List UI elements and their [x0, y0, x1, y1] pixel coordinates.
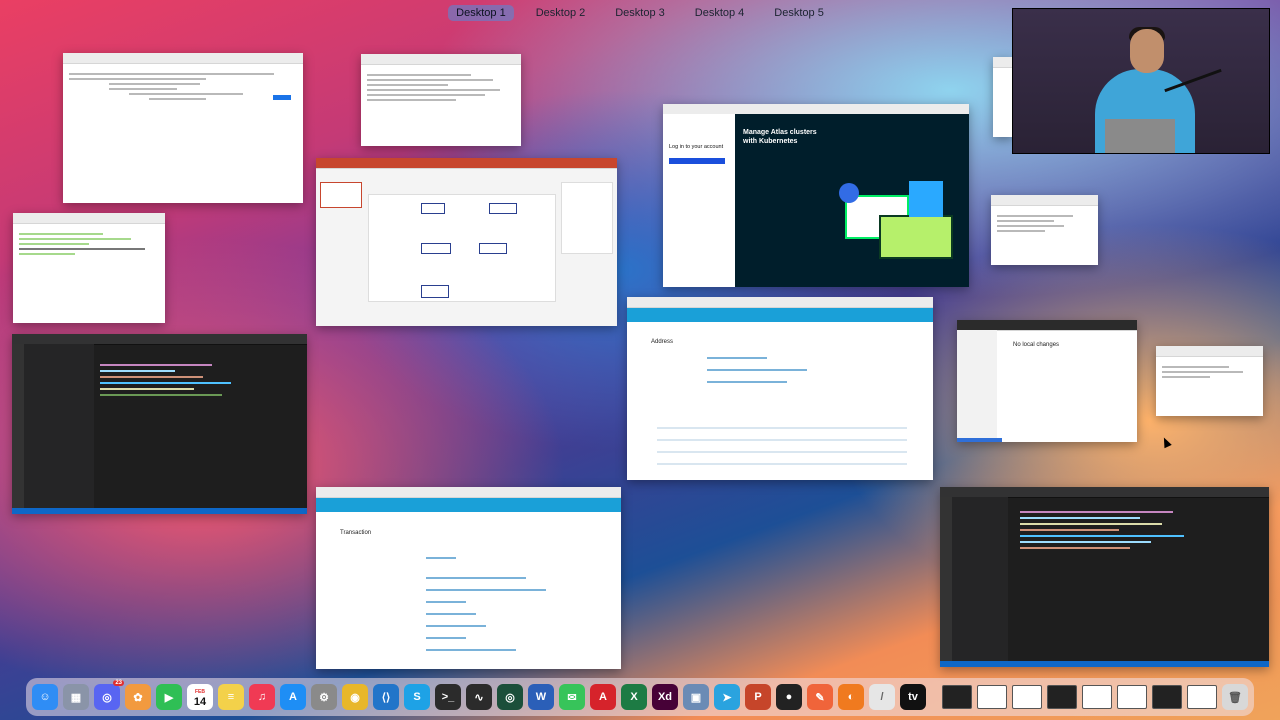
minimized-window-thumb[interactable] — [942, 685, 972, 709]
atlas-heading: Manage Atlas clusters with Kubernetes — [743, 129, 817, 145]
notes-icon[interactable]: ≡ — [218, 684, 244, 710]
window-browser-editor[interactable] — [63, 53, 303, 203]
discord-badge: 23 — [113, 680, 124, 686]
diagram-node — [421, 243, 451, 254]
chrome-icon[interactable]: ◉ — [342, 684, 368, 710]
window-vscode-left[interactable] — [12, 334, 307, 514]
address-title: Address — [651, 339, 674, 345]
window-text-document[interactable] — [361, 54, 521, 146]
settings-icon[interactable]: ⚙ — [311, 684, 337, 710]
kubernetes-illustration — [839, 175, 959, 275]
window-code-snippet[interactable] — [13, 213, 165, 323]
facetime-icon[interactable]: ▶ — [156, 684, 182, 710]
xd-icon[interactable]: Xd — [652, 684, 678, 710]
acrobat-icon[interactable]: A — [590, 684, 616, 710]
appletv-icon[interactable]: tv — [900, 684, 926, 710]
github-icon[interactable]: ● — [776, 684, 802, 710]
preview-icon[interactable]: ▣ — [683, 684, 709, 710]
window-transaction[interactable]: Transaction — [316, 487, 621, 669]
login-button[interactable] — [669, 158, 725, 164]
mouse-cursor-icon — [1160, 435, 1172, 449]
trash-icon[interactable]: 🗑 — [1222, 684, 1248, 710]
firefox-icon[interactable]: ◐ — [838, 684, 864, 710]
space-desktop-1[interactable]: Desktop 1 — [448, 5, 514, 21]
word-icon[interactable]: W — [528, 684, 554, 710]
transaction-title: Transaction — [340, 530, 372, 536]
compass-icon[interactable]: ◎ — [497, 684, 523, 710]
diagram-node — [421, 203, 445, 214]
dock: ☺ ▦ ◎ 23 ✿ ▶ FEB 14 ≡ ♫ A ⚙ ◉ ⟨⟩ S >_ ∿ ◎ W ✉ A X Xd ▣ ➤ P ● ✎ ◐ / tv 🗑 — [26, 678, 1254, 716]
window-address[interactable]: Address — [627, 297, 933, 480]
window-atlas-login[interactable]: Log in to your account Manage Atlas clus… — [663, 104, 969, 287]
diagram-node — [421, 285, 449, 298]
diagram-node — [489, 203, 517, 214]
photos-icon[interactable]: ✿ — [125, 684, 151, 710]
minimized-window-thumb[interactable] — [1187, 685, 1217, 709]
minimized-window-thumb[interactable] — [1082, 685, 1112, 709]
finder-icon[interactable]: ☺ — [32, 684, 58, 710]
login-heading: Log in to your account — [669, 144, 724, 150]
window-partial[interactable] — [993, 57, 1013, 137]
launchpad-icon[interactable]: ▦ — [63, 684, 89, 710]
vscode-icon[interactable]: ⟨⟩ — [373, 684, 399, 710]
telegram-icon[interactable]: ➤ — [714, 684, 740, 710]
window-vcs[interactable]: No local changes — [957, 320, 1137, 442]
space-desktop-5[interactable]: Desktop 5 — [766, 5, 832, 21]
window-diagram[interactable] — [316, 158, 617, 326]
terminal-icon[interactable]: >_ — [435, 684, 461, 710]
window-vscode-right[interactable] — [940, 487, 1269, 667]
activity-monitor-icon[interactable]: ∿ — [466, 684, 492, 710]
messages-icon[interactable]: ✉ — [559, 684, 585, 710]
music-icon[interactable]: ♫ — [249, 684, 275, 710]
minimized-window-thumb[interactable] — [977, 685, 1007, 709]
powerpoint-icon[interactable]: P — [745, 684, 771, 710]
window-notes[interactable] — [1156, 346, 1263, 416]
window-small-code[interactable] — [991, 195, 1098, 265]
vcs-title: No local changes — [1013, 342, 1060, 348]
space-desktop-2[interactable]: Desktop 2 — [528, 5, 594, 21]
minimized-window-thumb[interactable] — [1117, 685, 1147, 709]
diagram-node — [479, 243, 507, 254]
minimized-window-thumb[interactable] — [1047, 685, 1077, 709]
postman-icon[interactable]: ✎ — [807, 684, 833, 710]
discord-icon[interactable]: ◎ 23 — [94, 680, 124, 710]
excel-icon[interactable]: X — [621, 684, 647, 710]
space-desktop-3[interactable]: Desktop 3 — [607, 5, 673, 21]
calendar-icon[interactable]: FEB 14 — [187, 684, 213, 710]
skype-icon[interactable]: S — [404, 684, 430, 710]
minimized-window-thumb[interactable] — [1152, 685, 1182, 709]
space-desktop-4[interactable]: Desktop 4 — [687, 5, 753, 21]
appstore-icon[interactable]: A — [280, 684, 306, 710]
sketch-icon[interactable]: / — [869, 684, 895, 710]
presenter-camera — [1012, 8, 1270, 154]
calendar-day: 14 — [193, 696, 207, 708]
minimized-window-thumb[interactable] — [1012, 685, 1042, 709]
